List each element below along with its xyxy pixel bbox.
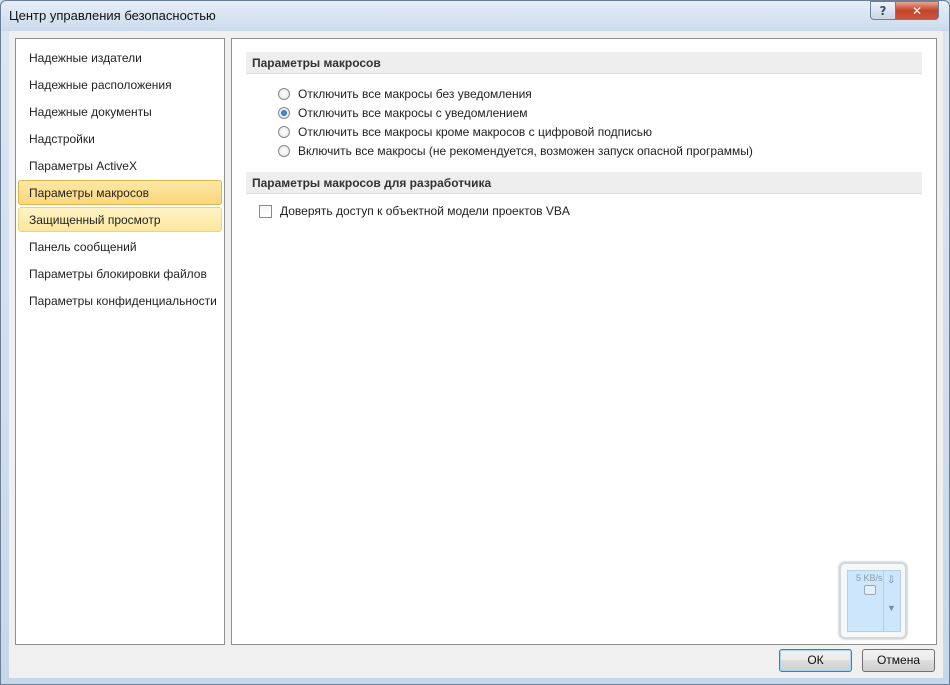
radio-label: Отключить все макросы без уведомления — [298, 87, 532, 101]
radio-button[interactable] — [278, 145, 290, 157]
radio-button-selected[interactable] — [278, 107, 290, 119]
help-button[interactable]: ? — [870, 1, 896, 20]
vba-trust-checkbox-row[interactable]: Доверять доступ к объектной модели проек… — [259, 202, 570, 220]
radio-button[interactable] — [278, 126, 290, 138]
radio-disable-except-signed[interactable]: Отключить все макросы кроме макросов с ц… — [278, 123, 652, 141]
sidebar-item-file-block-settings[interactable]: Параметры блокировки файлов — [18, 261, 222, 286]
radio-enable-all[interactable]: Включить все макросы (не рекомендуется, … — [278, 142, 753, 160]
download-arrow-icon[interactable]: ⇩ — [887, 575, 895, 586]
sidebar-item-trusted-locations[interactable]: Надежные расположения — [18, 72, 222, 97]
sidebar-item-trusted-publishers[interactable]: Надежные издатели — [18, 45, 222, 70]
radio-label: Отключить все макросы кроме макросов с ц… — [298, 125, 653, 139]
network-speed: 5 KB/s — [856, 573, 883, 583]
sidebar-item-privacy-options[interactable]: Параметры конфиденциальности — [18, 288, 222, 313]
ok-button[interactable]: ОК — [779, 649, 852, 672]
close-button[interactable]: ✕ — [895, 1, 939, 20]
settings-panel: Параметры макросов Отключить все макросы… — [231, 38, 937, 645]
window-title: Центр управления безопасностью — [9, 8, 216, 23]
sidebar-item-activex-settings[interactable]: Параметры ActiveX — [18, 153, 222, 178]
network-monitor-controls: ⇩ ▼ — [883, 571, 900, 631]
radio-label: Отключить все макросы с уведомлением — [298, 106, 528, 120]
vba-trust-label: Доверять доступ к объектной модели проек… — [280, 204, 570, 218]
vba-trust-checkbox[interactable] — [259, 204, 272, 218]
help-icon: ? — [879, 3, 887, 18]
radio-button[interactable] — [278, 88, 290, 100]
radio-disable-with-notification[interactable]: Отключить все макросы с уведомлением — [278, 104, 528, 122]
sidebar-nav: Надежные издатели Надежные расположения … — [15, 38, 225, 645]
sidebar-item-macro-settings[interactable]: Параметры макросов — [18, 180, 222, 205]
developer-settings-header: Параметры макросов для разработчика — [246, 172, 922, 194]
network-monitor-graph: 5 KB/s ⇩ ▼ — [847, 570, 901, 632]
macro-settings-header: Параметры макросов — [246, 52, 922, 74]
network-monitor-widget[interactable]: 5 KB/s ⇩ ▼ — [839, 562, 907, 639]
sidebar-item-add-ins[interactable]: Надстройки — [18, 126, 222, 151]
sidebar-item-trusted-documents[interactable]: Надежные документы — [18, 99, 222, 124]
title-bar[interactable]: Центр управления безопасностью ? ✕ — [1, 1, 949, 31]
dropdown-arrow-icon[interactable]: ▼ — [887, 603, 896, 613]
radio-label: Включить все макросы (не рекомендуется, … — [298, 144, 753, 158]
close-icon: ✕ — [911, 3, 923, 18]
radio-disable-no-notification[interactable]: Отключить все макросы без уведомления — [278, 85, 532, 103]
dialog-client-area: Надежные издатели Надежные расположения … — [9, 31, 943, 678]
sidebar-item-protected-view[interactable]: Защищенный просмотр — [18, 207, 222, 232]
dialog-window: Центр управления безопасностью ? ✕ Надеж… — [0, 0, 950, 685]
network-icon — [864, 585, 876, 595]
sidebar-item-message-bar[interactable]: Панель сообщений — [18, 234, 222, 259]
cancel-button[interactable]: Отмена — [862, 649, 935, 672]
